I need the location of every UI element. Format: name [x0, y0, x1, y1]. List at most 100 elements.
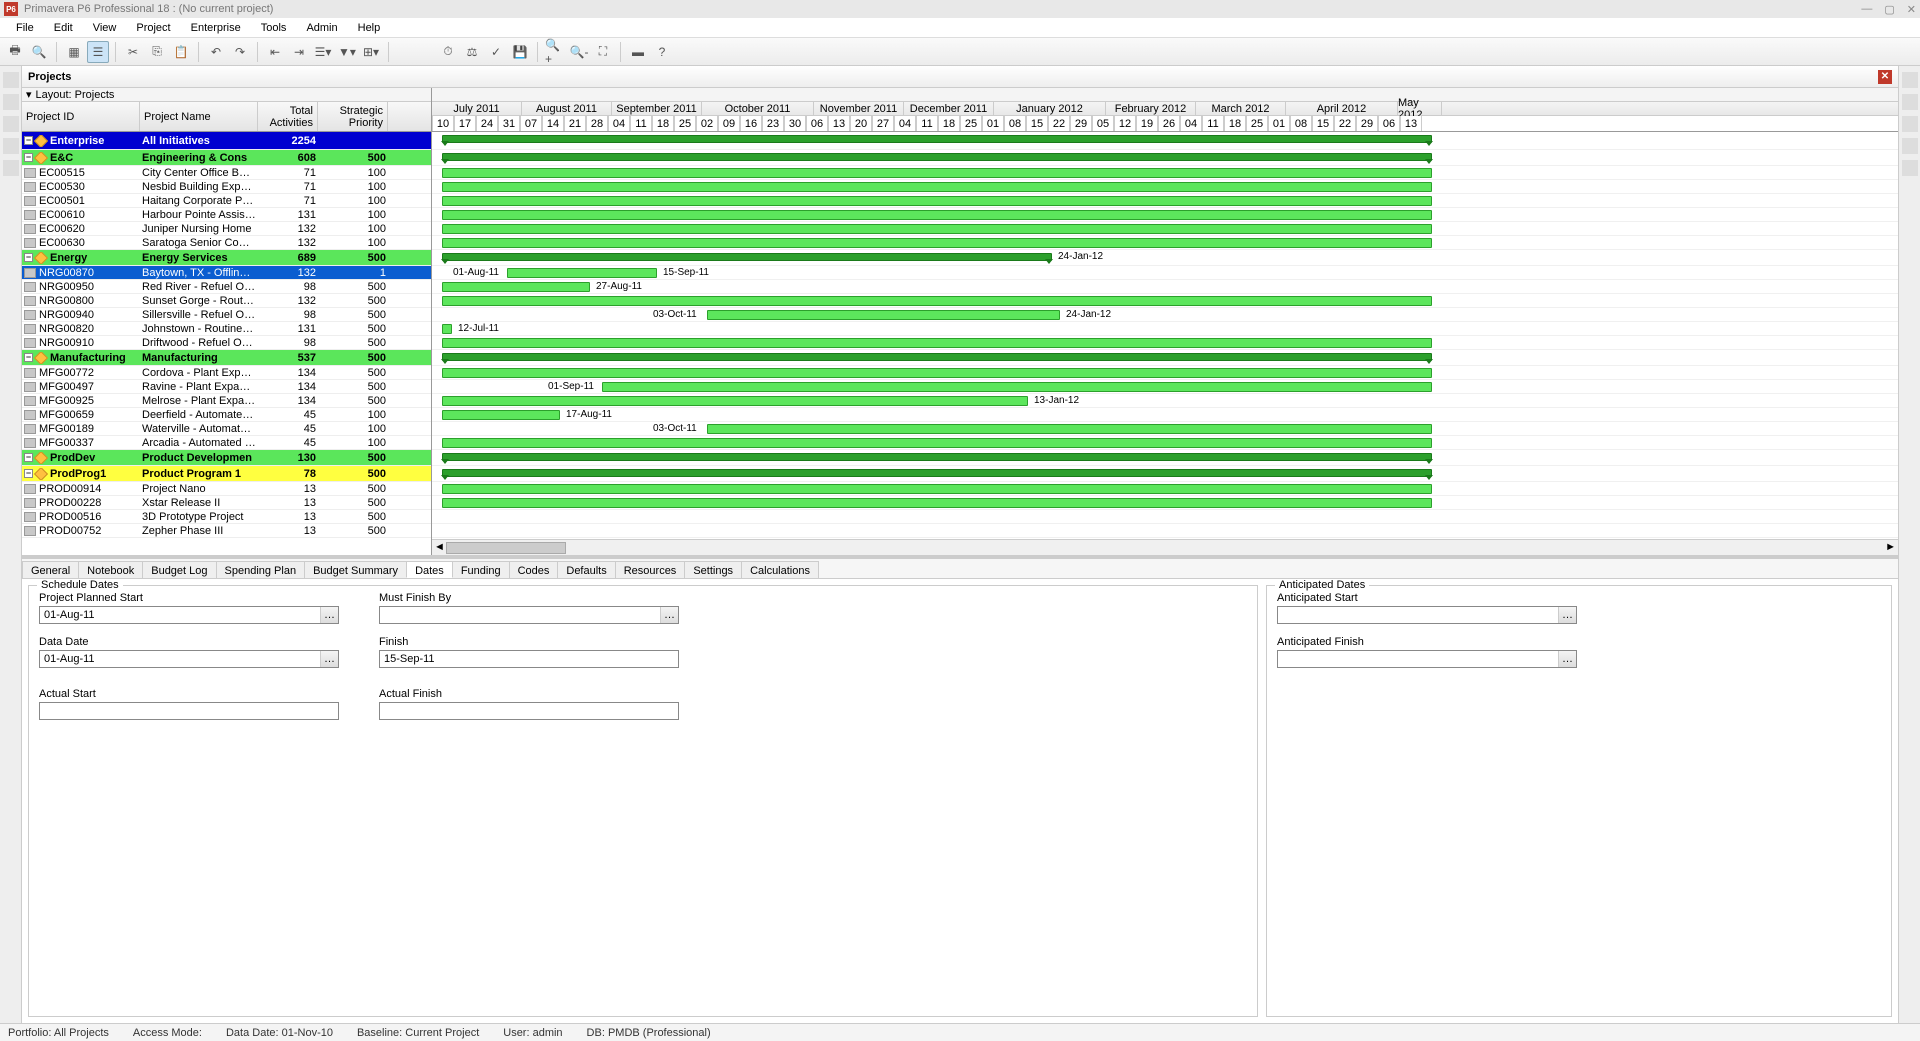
gantt-bar[interactable]	[442, 368, 1432, 378]
grid-icon[interactable]: ▦	[63, 41, 85, 63]
table-row[interactable]: −ProdDevProduct Developmen130500	[22, 450, 431, 466]
table-row[interactable]: NRG00800Sunset Gorge - Routine Maint1325…	[22, 294, 431, 308]
help-icon[interactable]: ?	[651, 41, 673, 63]
tab-defaults[interactable]: Defaults	[557, 561, 615, 578]
col-strategic-priority[interactable]: Strategic Priority	[318, 102, 388, 131]
gantt-bar[interactable]	[507, 268, 657, 278]
redo-icon[interactable]: ↷	[229, 41, 251, 63]
table-row[interactable]: NRG00950Red River - Refuel Outage98500	[22, 280, 431, 294]
menu-project[interactable]: Project	[128, 20, 178, 36]
table-row[interactable]: EC00630Saratoga Senior Community132100	[22, 236, 431, 250]
filter-icon[interactable]: ▼▾	[336, 41, 358, 63]
table-row[interactable]: MFG00925Melrose - Plant Expansion & M134…	[22, 394, 431, 408]
tab-funding[interactable]: Funding	[452, 561, 510, 578]
group-icon[interactable]: ⊞▾	[360, 41, 382, 63]
gantt-bar[interactable]	[442, 196, 1432, 206]
store-icon[interactable]: 💾	[509, 41, 531, 63]
gantt-bar[interactable]	[442, 453, 1432, 461]
gantt-bar[interactable]	[442, 282, 590, 292]
gantt-bar[interactable]	[442, 210, 1432, 220]
gantt-bar[interactable]	[442, 153, 1432, 161]
gantt-bar[interactable]	[442, 238, 1432, 248]
scroll-thumb[interactable]	[446, 542, 566, 554]
tab-spending-plan[interactable]: Spending Plan	[216, 561, 306, 578]
gantt-bar[interactable]	[442, 438, 1432, 448]
col-project-id[interactable]: Project ID	[22, 102, 140, 131]
tab-dates[interactable]: Dates	[406, 561, 453, 578]
tab-general[interactable]: General	[22, 561, 79, 578]
tab-resources[interactable]: Resources	[615, 561, 686, 578]
table-row[interactable]: PROD00228Xstar Release II13500	[22, 496, 431, 510]
dock-cut-icon[interactable]	[1902, 116, 1918, 132]
dock-copy-icon[interactable]	[1902, 138, 1918, 154]
gantt-bar[interactable]	[442, 484, 1432, 494]
indent-icon[interactable]: ⇤	[264, 41, 286, 63]
close-button[interactable]: ✕	[1907, 3, 1916, 16]
dock-paste-icon[interactable]	[1902, 160, 1918, 176]
dock-add-icon[interactable]	[1902, 72, 1918, 88]
tab-calculations[interactable]: Calculations	[741, 561, 819, 578]
gantt-bar[interactable]	[442, 410, 560, 420]
dock-reports-icon[interactable]	[3, 160, 19, 176]
menu-file[interactable]: File	[8, 20, 42, 36]
gantt-bar[interactable]	[442, 396, 1028, 406]
table-row[interactable]: NRG00910Driftwood - Refuel Outage98500	[22, 336, 431, 350]
columns-icon[interactable]: ☰▾	[312, 41, 334, 63]
actual-start-input[interactable]	[39, 702, 339, 720]
table-row[interactable]: −E&CEngineering & Cons608500	[22, 150, 431, 166]
layout-bar[interactable]: ▾ Layout: Projects	[22, 88, 431, 102]
progress-icon[interactable]: ▬	[627, 41, 649, 63]
table-row[interactable]: EC00530Nesbid Building Expansion71100	[22, 180, 431, 194]
table-row[interactable]: MFG00659Deerfield - Automated System4510…	[22, 408, 431, 422]
dock-projects-icon[interactable]	[3, 72, 19, 88]
copy-icon[interactable]: ⎘	[146, 41, 168, 63]
level-icon[interactable]: ⚖	[461, 41, 483, 63]
dock-delete-icon[interactable]	[1902, 94, 1918, 110]
menu-enterprise[interactable]: Enterprise	[183, 20, 249, 36]
gantt-bar[interactable]	[442, 469, 1432, 477]
maximize-button[interactable]: ▢	[1884, 3, 1894, 16]
table-row[interactable]: PROD00752Zepher Phase III13500	[22, 524, 431, 538]
gantt-bar[interactable]	[442, 224, 1432, 234]
date-picker-icon[interactable]: …	[320, 607, 338, 623]
gantt-bar[interactable]	[442, 168, 1432, 178]
gantt-bar[interactable]	[602, 382, 1432, 392]
anticipated-start-input[interactable]: …	[1277, 606, 1577, 624]
zoomout-icon[interactable]: 🔍-	[568, 41, 590, 63]
date-picker-icon[interactable]: …	[1558, 651, 1576, 667]
dock-resources-icon[interactable]	[3, 116, 19, 132]
undo-icon[interactable]: ↶	[205, 41, 227, 63]
zoomin-icon[interactable]: 🔍+	[544, 41, 566, 63]
gantt-bar[interactable]	[442, 182, 1432, 192]
table-row[interactable]: NRG00940Sillersville - Refuel Outage9850…	[22, 308, 431, 322]
schedule-icon[interactable]: ⏱	[437, 41, 459, 63]
cut-icon[interactable]: ✂	[122, 41, 144, 63]
gantt-bar[interactable]	[442, 253, 1052, 261]
finish-input[interactable]: 15-Sep-11	[379, 650, 679, 668]
print-icon[interactable]: 🖶	[4, 41, 26, 63]
must-finish-input[interactable]: …	[379, 606, 679, 624]
gantt-bar[interactable]	[707, 424, 1432, 434]
table-row[interactable]: MFG00337Arcadia - Automated System45100	[22, 436, 431, 450]
menu-tools[interactable]: Tools	[253, 20, 295, 36]
table-row[interactable]: NRG00870Baytown, TX - Offline Mainten132…	[22, 266, 431, 280]
planned-start-input[interactable]: 01-Aug-11…	[39, 606, 339, 624]
col-project-name[interactable]: Project Name	[140, 102, 258, 131]
gantt-bar[interactable]	[707, 310, 1060, 320]
table-row[interactable]: −ProdProg1Product Program 178500	[22, 466, 431, 482]
table-row[interactable]: −EnergyEnergy Services689500	[22, 250, 431, 266]
date-picker-icon[interactable]: …	[320, 651, 338, 667]
gantt-bar[interactable]	[442, 324, 452, 334]
data-date-input[interactable]: 01-Aug-11…	[39, 650, 339, 668]
paste-icon[interactable]: 📋	[170, 41, 192, 63]
scroll-right-icon[interactable]: ►	[1885, 541, 1896, 553]
gantt-bar[interactable]	[442, 338, 1432, 348]
dock-wbs-icon[interactable]	[3, 138, 19, 154]
table-row[interactable]: −ManufacturingManufacturing537500	[22, 350, 431, 366]
table-row[interactable]: NRG00820Johnstown - Routine Mainten13150…	[22, 322, 431, 336]
menu-help[interactable]: Help	[350, 20, 389, 36]
menu-view[interactable]: View	[85, 20, 125, 36]
tab-codes[interactable]: Codes	[509, 561, 559, 578]
gantt-bar[interactable]	[442, 353, 1432, 361]
gantt-bar[interactable]	[442, 498, 1432, 508]
